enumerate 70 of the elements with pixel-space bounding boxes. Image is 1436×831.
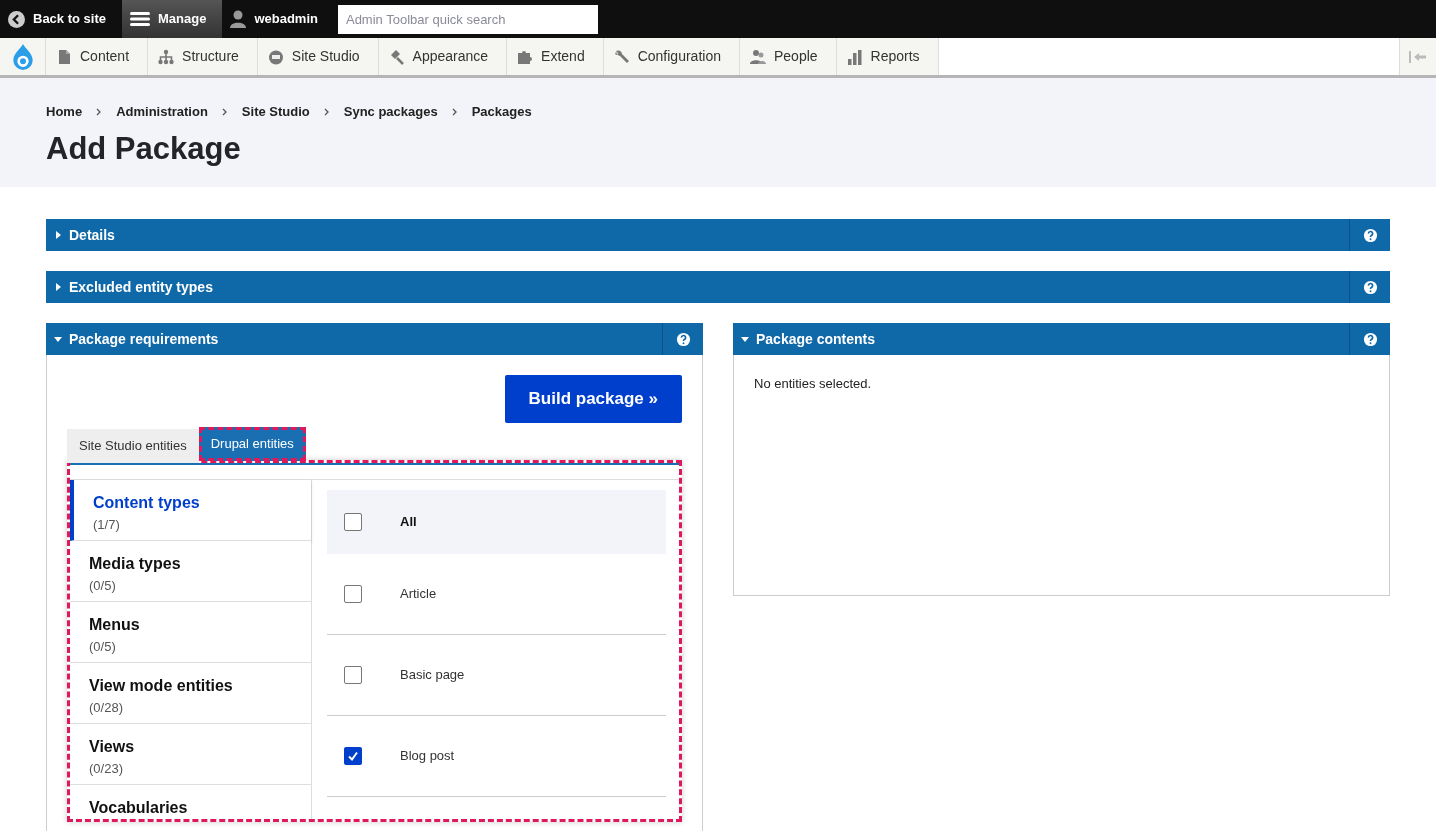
hierarchy-icon <box>158 48 175 65</box>
search-field[interactable]: Admin Toolbar quick search <box>337 4 598 34</box>
user-menu[interactable]: webadmin <box>222 0 334 38</box>
empty-message: No entities selected. <box>754 375 873 393</box>
chevron-right-icon <box>323 107 330 116</box>
checkbox-row[interactable]: Basic page <box>327 635 666 716</box>
breadcrumb-link[interactable]: Administration <box>116 102 208 122</box>
category-name: Content types <box>93 493 201 513</box>
breadcrumb-link[interactable]: Sync packages <box>343 102 438 122</box>
chevron-right-icon <box>221 107 228 116</box>
check-icon <box>347 750 359 762</box>
menu-item[interactable]: People <box>739 38 837 75</box>
menu-item[interactable]: Structure <box>148 38 258 75</box>
round-window-icon <box>267 48 284 65</box>
menu-icon <box>130 11 150 27</box>
help-icon <box>1362 331 1378 347</box>
category-count: (0/23) <box>89 760 124 778</box>
breadcrumb-link[interactable]: Packages <box>471 102 532 122</box>
category-name: Views <box>89 737 136 757</box>
manage-tab[interactable]: Manage <box>122 0 223 38</box>
category-count: (1/7) <box>93 516 121 534</box>
drop-logo-icon[interactable] <box>11 42 34 71</box>
checkbox[interactable] <box>344 585 362 603</box>
puzzle-icon <box>517 48 534 65</box>
page-title: Add Package <box>46 129 242 168</box>
section-header[interactable]: Package requirements <box>46 323 703 355</box>
checkbox[interactable] <box>344 747 362 765</box>
document-icon <box>56 48 72 65</box>
chevron-right-icon <box>451 107 458 116</box>
chevron-right-icon <box>96 107 103 116</box>
help-icon <box>1362 227 1378 243</box>
people-icon <box>749 48 766 65</box>
build-package-button[interactable]: Build package » <box>504 375 682 423</box>
menu-item[interactable]: Site Studio <box>257 38 379 75</box>
back-to-site-link[interactable]: Back to site <box>0 0 122 38</box>
section-header[interactable]: Package contents <box>733 323 1390 355</box>
category-tab[interactable]: Views (0/23) <box>70 724 311 785</box>
section-header[interactable]: Excluded entity types <box>46 271 1390 303</box>
checkbox-row[interactable]: Article <box>327 554 666 635</box>
category-count: (0/28) <box>89 699 124 717</box>
section-header[interactable]: Details <box>46 219 1390 251</box>
wrench-icon <box>613 48 630 65</box>
category-name: View mode entities <box>89 676 234 696</box>
category-tab[interactable]: Menus (0/5) <box>70 602 311 663</box>
category-count: (0/5) <box>89 577 117 595</box>
entity-tab[interactable]: Drupal entities <box>198 427 306 461</box>
category-tab[interactable]: Content types (1/7) <box>70 480 311 541</box>
category-tab[interactable]: Vocabularies <box>70 785 311 819</box>
checkbox-row[interactable]: Blog post <box>327 716 666 797</box>
help-icon <box>675 331 691 347</box>
category-tab[interactable]: Media types (0/5) <box>70 541 311 602</box>
user-icon <box>230 10 247 28</box>
menu-item[interactable]: Configuration <box>603 38 740 75</box>
menu-item[interactable]: Content <box>46 38 149 75</box>
category-name: Media types <box>89 554 182 574</box>
menu-item[interactable]: Appearance <box>378 38 508 75</box>
category-count: (0/5) <box>89 638 117 656</box>
menu-item[interactable]: Reports <box>836 38 939 75</box>
checkbox[interactable] <box>344 513 362 531</box>
entity-tab[interactable]: Site Studio entities <box>67 429 199 463</box>
breadcrumb-link[interactable]: Site Studio <box>241 102 310 122</box>
category-tab[interactable]: View mode entities (0/28) <box>70 663 311 724</box>
help-icon <box>1362 279 1378 295</box>
category-name: Menus <box>89 615 141 635</box>
checkbox[interactable] <box>344 666 362 684</box>
bar-chart-icon <box>846 48 863 65</box>
menu-item[interactable]: Extend <box>507 38 604 75</box>
breadcrumb-link[interactable]: Home <box>46 102 83 122</box>
collapse-arrow-icon <box>1409 50 1427 63</box>
category-name: Vocabularies <box>89 798 189 818</box>
